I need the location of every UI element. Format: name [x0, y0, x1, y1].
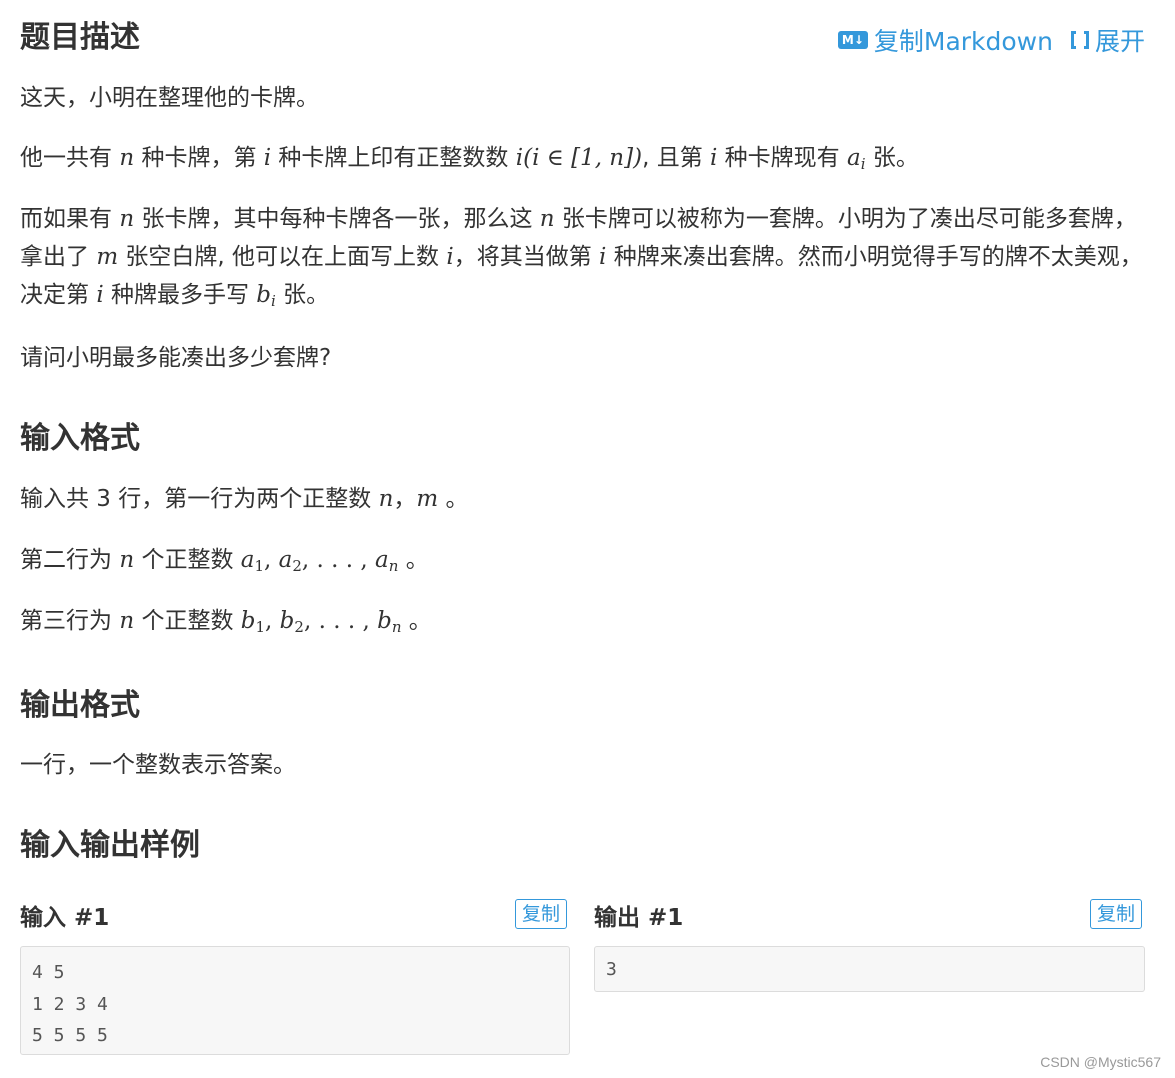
description-paragraph-4: 请问小明最多能凑出多少套牌? [20, 345, 332, 371]
copy-markdown-button[interactable]: M↓ 复制Markdown [837, 22, 1053, 58]
description-paragraph-3: 而如果有 n 张卡牌，其中每种卡牌各一张，那么这 n 张卡牌可以被称为一套牌。小… [20, 206, 1143, 310]
watermark: CSDN @Mystic567 [1040, 1054, 1161, 1070]
copy-input-button[interactable]: 复制 [515, 899, 568, 929]
input-format-line-1: 输入共 3 行，第一行为两个正整数 n，m 。 [20, 486, 469, 512]
expand-button[interactable]: 展开 [1070, 22, 1145, 58]
markdown-icon: M↓ [837, 31, 868, 49]
copy-markdown-label: 复制Markdown [873, 27, 1053, 56]
expand-icon [1070, 31, 1089, 49]
copy-output-button[interactable]: 复制 [1090, 899, 1143, 929]
output-format-text: 一行，一个整数表示答案。 [20, 752, 296, 778]
description-title: 题目描述 [20, 20, 140, 55]
expand-label: 展开 [1094, 27, 1145, 56]
input-format-line-2: 第二行为 n 个正整数 a1, a2, . . . , an 。 [20, 547, 429, 575]
output-format-title: 输出格式 [20, 688, 140, 723]
sample-input-box[interactable]: 4 5 1 2 3 4 5 5 5 5 [20, 946, 570, 1055]
toolbar: M↓ 复制Markdown 展开 [837, 22, 1145, 58]
input-format-title: 输入格式 [20, 421, 140, 456]
sample-output-label: 输出 #1 [594, 905, 684, 931]
samples-title: 输入输出样例 [20, 828, 200, 863]
sample-input-label: 输入 #1 [20, 905, 110, 931]
input-format-line-3: 第三行为 n 个正整数 b1, b2, . . . , bn 。 [20, 608, 432, 636]
description-paragraph-1: 这天，小明在整理他的卡牌。 [20, 85, 319, 111]
description-paragraph-2: 他一共有 n 种卡牌，第 i 种卡牌上印有正整数数 i(i ∈ [1, n]),… [20, 145, 919, 173]
sample-output-box[interactable]: 3 [594, 946, 1145, 992]
